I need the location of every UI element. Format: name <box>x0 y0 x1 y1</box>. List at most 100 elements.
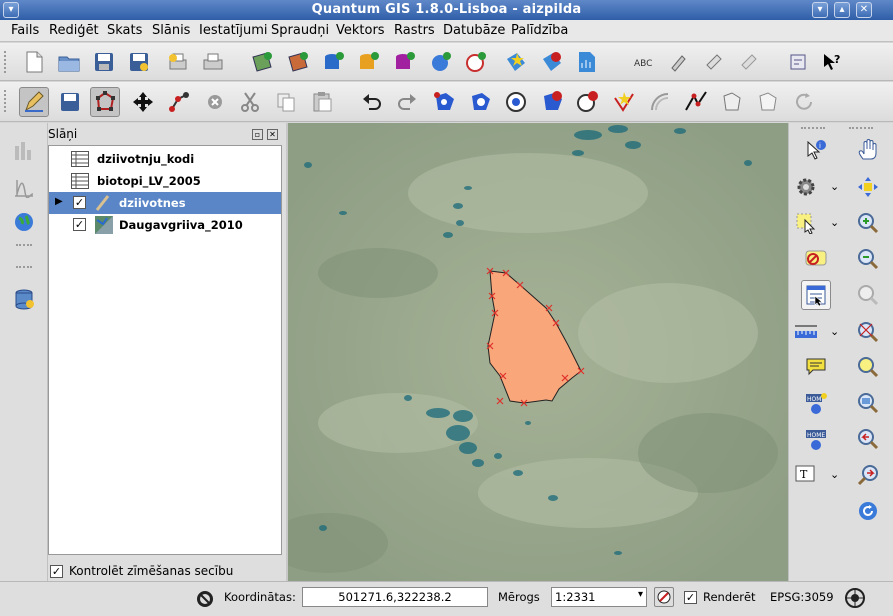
dropdown-arrow-icon[interactable]: ⌄ <box>830 216 839 229</box>
delete-part-icon[interactable] <box>576 90 600 114</box>
split-icon[interactable] <box>684 90 708 114</box>
zoom-last-icon[interactable] <box>856 427 880 451</box>
delete-ring-icon[interactable] <box>540 90 564 114</box>
database-icon[interactable] <box>12 287 36 311</box>
menu-vector[interactable]: Vektors <box>336 23 385 38</box>
gps-globe-icon[interactable] <box>12 210 36 234</box>
zoom-next-icon[interactable] <box>856 463 880 487</box>
maximize-button[interactable]: ▴ <box>834 2 850 18</box>
merge-icon[interactable] <box>720 90 744 114</box>
menu-file[interactable]: Fails <box>11 23 39 38</box>
add-part-icon[interactable] <box>167 90 191 114</box>
whats-this-icon[interactable]: ? <box>820 50 844 74</box>
print-icon[interactable] <box>201 50 225 74</box>
add-wms-icon[interactable] <box>429 50 453 74</box>
stop-render-icon[interactable] <box>654 587 674 607</box>
toolbar-grip[interactable] <box>16 244 32 248</box>
change-label-icon[interactable] <box>737 50 761 74</box>
identify-features-icon[interactable]: i <box>804 138 828 162</box>
histogram-icon[interactable] <box>12 175 36 199</box>
save-as-icon[interactable] <box>127 50 151 74</box>
menu-layer[interactable]: Slānis <box>152 23 190 38</box>
menu-edit[interactable]: Rediģēt <box>49 23 99 38</box>
dropdown-arrow-icon[interactable]: ⌄ <box>830 180 839 193</box>
menu-settings[interactable]: Iestatījumi <box>199 23 268 38</box>
layer-row[interactable]: ✓ Daugavgriiva_2010 <box>49 214 281 236</box>
fill-ring-icon[interactable] <box>504 90 528 114</box>
layer-row[interactable]: dziivotnju_kodi <box>49 148 281 170</box>
close-panel-icon[interactable]: ✕ <box>267 129 278 140</box>
move-feature-icon[interactable] <box>131 90 155 114</box>
new-shapefile-icon[interactable] <box>575 50 599 74</box>
new-project-icon[interactable] <box>22 50 46 74</box>
redo-icon[interactable] <box>395 90 419 114</box>
add-vector-icon[interactable] <box>322 50 346 74</box>
layer-visibility-checkbox[interactable]: ✓ <box>73 218 86 231</box>
offset-curve-icon[interactable] <box>648 90 672 114</box>
coords-field[interactable]: 501271.6,322238.2 <box>302 587 488 607</box>
map-tips-icon[interactable] <box>804 355 828 379</box>
new-bookmark-icon[interactable]: HOM <box>804 391 828 415</box>
map-canvas[interactable] <box>288 123 788 581</box>
identify-raster-icon[interactable] <box>12 139 36 163</box>
expand-arrow-icon[interactable]: ▶ <box>55 196 63 207</box>
zoom-to-layer-icon[interactable] <box>856 391 880 415</box>
delete-selected-icon[interactable] <box>203 90 227 114</box>
select-features-icon[interactable] <box>794 211 818 235</box>
save-edits-icon[interactable] <box>58 90 82 114</box>
rotate-point-icon[interactable] <box>792 90 816 114</box>
toolbar-grip[interactable] <box>16 266 32 270</box>
show-bookmarks-icon[interactable]: HOME <box>804 427 828 451</box>
add-delimited-icon[interactable] <box>504 50 528 74</box>
refresh-icon[interactable] <box>856 499 880 523</box>
pan-to-selection-icon[interactable] <box>856 175 880 199</box>
zoom-in-icon[interactable] <box>856 211 880 235</box>
layer-visibility-checkbox[interactable]: ✓ <box>73 196 86 209</box>
toggle-edit-icon[interactable] <box>19 87 49 117</box>
measure-line-icon[interactable] <box>794 320 818 344</box>
zoom-out-icon[interactable] <box>856 247 880 271</box>
paste-icon[interactable] <box>310 90 334 114</box>
label-icon[interactable]: ABC <box>632 50 656 74</box>
copy-icon[interactable] <box>274 90 298 114</box>
menu-raster[interactable]: Rastrs <box>394 23 435 38</box>
rotate-label-icon[interactable] <box>702 50 726 74</box>
toolbar-grip[interactable] <box>4 90 8 112</box>
cut-icon[interactable] <box>238 90 262 114</box>
remove-layer-icon[interactable] <box>540 50 564 74</box>
open-attribute-table-icon[interactable] <box>801 280 831 310</box>
add-ring-icon[interactable] <box>432 90 456 114</box>
dropdown-arrow-icon[interactable]: ⌄ <box>830 325 839 338</box>
messages-icon[interactable] <box>193 587 217 611</box>
toolbar-grip[interactable] <box>4 51 8 73</box>
zoom-to-selection-icon[interactable] <box>856 355 880 379</box>
crs-label[interactable]: EPSG:3059 <box>770 590 834 604</box>
menu-help[interactable]: Palīdzība <box>511 23 568 38</box>
dropdown-arrow-icon[interactable]: ⌄ <box>830 468 839 481</box>
add-postgis-icon[interactable] <box>357 50 381 74</box>
add-raster-icon[interactable] <box>250 50 274 74</box>
layer-row[interactable]: ▶ ✓ dziivotnes <box>49 192 281 214</box>
projection-globe-icon[interactable] <box>843 586 867 610</box>
node-tool-icon[interactable] <box>90 87 120 117</box>
action-gear-icon[interactable] <box>794 175 818 199</box>
add-raster-rgb-icon[interactable] <box>286 50 310 74</box>
menu-plugins[interactable]: Spraudņi <box>271 23 329 38</box>
minimize-button[interactable]: ▾ <box>812 2 828 18</box>
toolbar-grip[interactable] <box>801 127 825 131</box>
deselect-icon[interactable] <box>804 247 828 271</box>
pan-hand-icon[interactable] <box>856 138 880 162</box>
toolbar-grip[interactable] <box>849 127 873 131</box>
open-project-icon[interactable] <box>57 50 81 74</box>
render-order-checkbox[interactable]: ✓ <box>50 565 63 578</box>
add-spatialite-icon[interactable] <box>393 50 417 74</box>
text-annotation-icon[interactable]: T <box>794 463 818 487</box>
add-part-polygon-icon[interactable] <box>468 90 492 114</box>
save-project-icon[interactable] <box>92 50 116 74</box>
float-panel-icon[interactable]: ▫ <box>252 129 263 140</box>
zoom-full-icon[interactable] <box>856 320 880 344</box>
undo-icon[interactable] <box>360 90 384 114</box>
menu-view[interactable]: Skats <box>107 23 142 38</box>
menu-database[interactable]: Datubāze <box>443 23 505 38</box>
scale-combo[interactable]: 1:2331 ▾ <box>551 587 647 607</box>
